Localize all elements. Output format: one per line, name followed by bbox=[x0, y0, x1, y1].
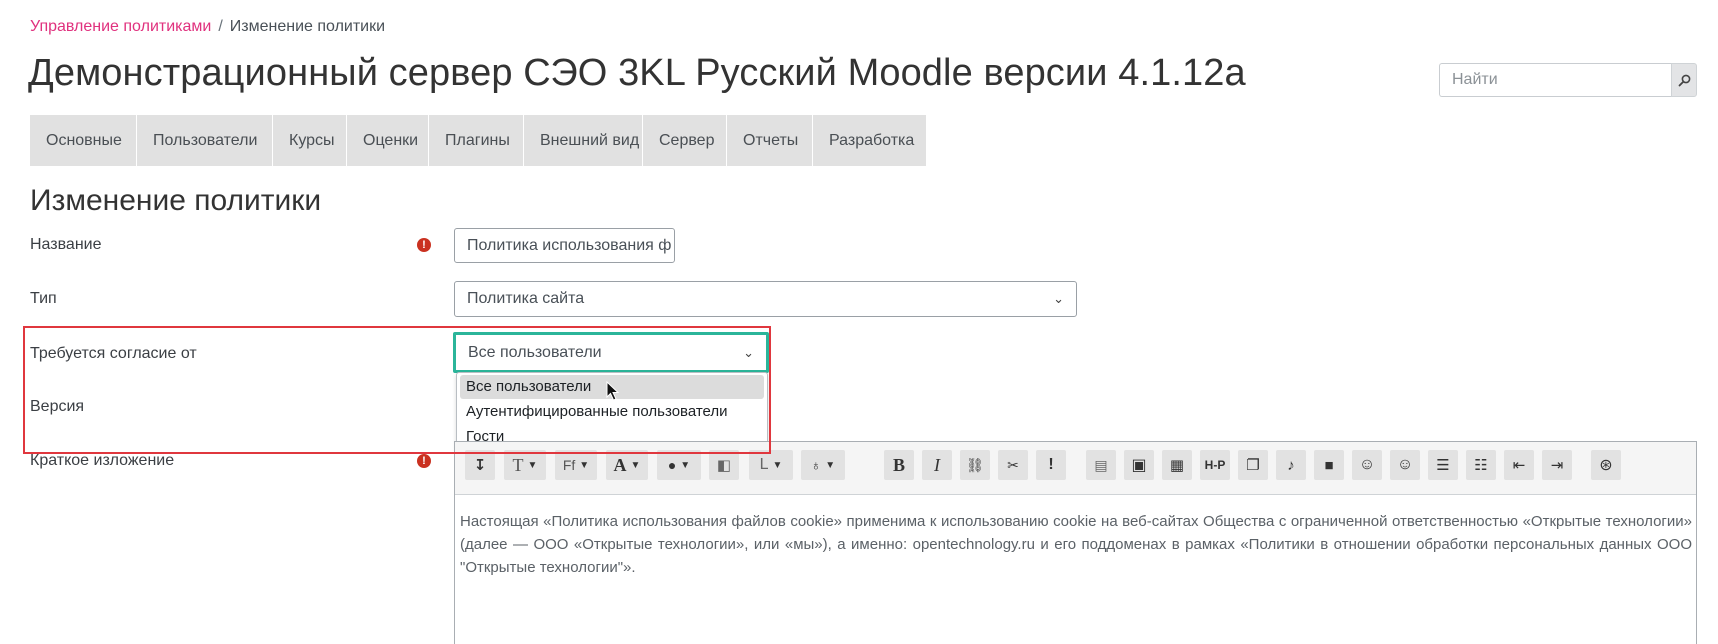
search-button[interactable] bbox=[1671, 63, 1697, 97]
breadcrumb-current: Изменение политики bbox=[229, 18, 386, 35]
accessibility-icon: ⊛ bbox=[1599, 457, 1613, 474]
name-label: Название bbox=[30, 236, 102, 253]
tips-button[interactable]: ♁ ▼ bbox=[801, 450, 845, 480]
tab-plugins[interactable]: Плагины bbox=[429, 115, 524, 166]
indent-icon: ⇥ bbox=[1550, 457, 1564, 474]
ordered-list-button[interactable]: ☷ bbox=[1466, 450, 1496, 480]
numbered-list-icon: ☷ bbox=[1474, 457, 1488, 474]
lightbulb-icon: ♁ bbox=[810, 457, 822, 473]
type-select[interactable]: Политика сайта ⌄ bbox=[454, 281, 1077, 317]
consent-select-value: Все пользователи bbox=[468, 343, 602, 361]
tab-users[interactable]: Пользователи bbox=[137, 115, 273, 166]
smiley-icon: ☺ bbox=[1358, 456, 1376, 473]
microphone-icon: ♪ bbox=[1287, 456, 1295, 474]
tab-courses[interactable]: Курсы bbox=[273, 115, 347, 166]
copy-icon: ❐ bbox=[1246, 457, 1260, 474]
paragraph-style-button[interactable]: T ▼ bbox=[504, 450, 546, 480]
name-input[interactable]: Политика использования ф bbox=[454, 228, 675, 263]
chevron-down-icon: ▼ bbox=[527, 459, 538, 471]
collapse-toolbar-button[interactable]: ↧ bbox=[465, 450, 495, 480]
bullet-list-icon: ☰ bbox=[1436, 457, 1450, 474]
chevron-down-icon: ▼ bbox=[680, 459, 691, 471]
tab-general[interactable]: Основные bbox=[30, 115, 137, 166]
font-color-button[interactable]: A ▼ bbox=[606, 450, 648, 480]
search-box bbox=[1439, 63, 1697, 97]
tab-grades[interactable]: Оценки bbox=[347, 115, 429, 166]
eraser-icon: ◧ bbox=[716, 457, 732, 474]
mouse-cursor-icon bbox=[606, 381, 620, 401]
chevron-down-icon: ⌄ bbox=[1053, 291, 1064, 306]
bold-button[interactable]: B bbox=[884, 450, 914, 480]
arrow-down-icon: ↧ bbox=[473, 457, 487, 474]
record-audio-button[interactable]: ♪ bbox=[1276, 450, 1306, 480]
bold-icon: B bbox=[892, 454, 905, 475]
chevron-down-icon: ▼ bbox=[825, 459, 836, 471]
chevron-down-icon: ▼ bbox=[579, 459, 590, 471]
indent-button[interactable]: ⇥ bbox=[1542, 450, 1572, 480]
tab-development[interactable]: Разработка bbox=[813, 115, 926, 166]
search-input[interactable] bbox=[1439, 63, 1671, 97]
consent-label: Требуется согласие от bbox=[30, 345, 197, 362]
unlink-button[interactable]: ✂ bbox=[998, 450, 1028, 480]
type-label: Тип bbox=[30, 290, 57, 307]
type-select-value: Политика сайта bbox=[467, 290, 585, 307]
unordered-list-button[interactable]: ☰ bbox=[1428, 450, 1458, 480]
page-title: Демонстрационный сервер СЭО 3KL Русский … bbox=[28, 52, 1246, 94]
smiley-icon: ☺ bbox=[1396, 456, 1414, 473]
font-family-button[interactable]: Ff ▼ bbox=[555, 450, 597, 480]
h5p-icon: H-P bbox=[1204, 458, 1226, 472]
accessibility-helper-button[interactable]: ⊛ bbox=[1591, 450, 1621, 480]
italic-button[interactable]: I bbox=[922, 450, 952, 480]
exclamation-icon: ! bbox=[1048, 456, 1054, 473]
link-icon: ⛓ bbox=[966, 456, 984, 473]
search-icon bbox=[1678, 74, 1690, 86]
consent-option-authenticated[interactable]: Аутентифицированные пользователи bbox=[460, 400, 764, 424]
admin-nav-tabs: Основные Пользователи Курсы Оценки Плаги… bbox=[30, 115, 926, 166]
consent-select[interactable]: Все пользователи ⌄ bbox=[453, 332, 769, 373]
version-label: Версия bbox=[30, 398, 85, 415]
tab-appearance[interactable]: Внешний вид bbox=[524, 115, 643, 166]
styles-icon: L bbox=[759, 456, 769, 473]
chevron-down-icon: ▼ bbox=[630, 459, 641, 471]
record-video-button[interactable]: ■ bbox=[1314, 450, 1344, 480]
unlink-icon: ✂ bbox=[1007, 456, 1019, 473]
chevron-down-icon: ⌄ bbox=[743, 344, 754, 360]
media-plugin-button[interactable]: ▤ bbox=[1086, 450, 1116, 480]
file-media-icon: ▦ bbox=[1169, 457, 1185, 474]
italic-icon: I bbox=[934, 454, 940, 475]
tab-server[interactable]: Сервер bbox=[643, 115, 727, 166]
emoji-button[interactable]: ☺ bbox=[1352, 450, 1382, 480]
breadcrumb-link-policies[interactable]: Управление политиками bbox=[30, 18, 211, 35]
document-icon: ▤ bbox=[1094, 456, 1108, 473]
breadcrumb-separator: / bbox=[218, 18, 223, 35]
background-color-button[interactable]: ● ▼ bbox=[657, 450, 701, 480]
required-icon: ! bbox=[417, 238, 431, 252]
summary-label: Краткое изложение bbox=[30, 452, 175, 469]
clear-formatting-button[interactable]: ◧ bbox=[709, 450, 739, 480]
text-style-icon: T bbox=[512, 454, 524, 475]
outdent-button[interactable]: ⇤ bbox=[1504, 450, 1534, 480]
font-size-icon: A bbox=[613, 454, 627, 475]
video-camera-icon: ■ bbox=[1324, 456, 1334, 474]
image-icon: ▣ bbox=[1131, 457, 1147, 474]
emoticon-button[interactable]: ☺ bbox=[1390, 450, 1420, 480]
image-button[interactable]: ▣ bbox=[1124, 450, 1154, 480]
manage-files-button[interactable]: ❐ bbox=[1238, 450, 1268, 480]
media-button[interactable]: ▦ bbox=[1162, 450, 1192, 480]
breadcrumb: Управление политиками / Изменение политики bbox=[30, 18, 385, 36]
font-family-icon: Ff bbox=[562, 457, 576, 473]
editor-content[interactable]: Настоящая «Политика использования файлов… bbox=[460, 510, 1692, 579]
chevron-down-icon: ▼ bbox=[772, 459, 783, 471]
section-title: Изменение политики bbox=[30, 184, 322, 217]
required-icon: ! bbox=[417, 454, 431, 468]
link-button[interactable]: ⛓ bbox=[960, 450, 990, 480]
h5p-button[interactable]: H-P bbox=[1200, 450, 1230, 480]
editor-toolbar: ↧ T ▼ Ff ▼ A ▼ ● ▼ ◧ L ▼ ♁ ▼ B I ⛓ ✂ ! ▤… bbox=[455, 442, 1696, 495]
styles-button[interactable]: L ▼ bbox=[749, 450, 793, 480]
accessibility-checker-button[interactable]: ! bbox=[1036, 450, 1066, 480]
outdent-icon: ⇤ bbox=[1512, 457, 1526, 474]
summary-editor: ↧ T ▼ Ff ▼ A ▼ ● ▼ ◧ L ▼ ♁ ▼ B I ⛓ ✂ ! ▤… bbox=[454, 441, 1697, 644]
drop-icon: ● bbox=[667, 457, 677, 473]
tab-reports[interactable]: Отчеты bbox=[727, 115, 813, 166]
